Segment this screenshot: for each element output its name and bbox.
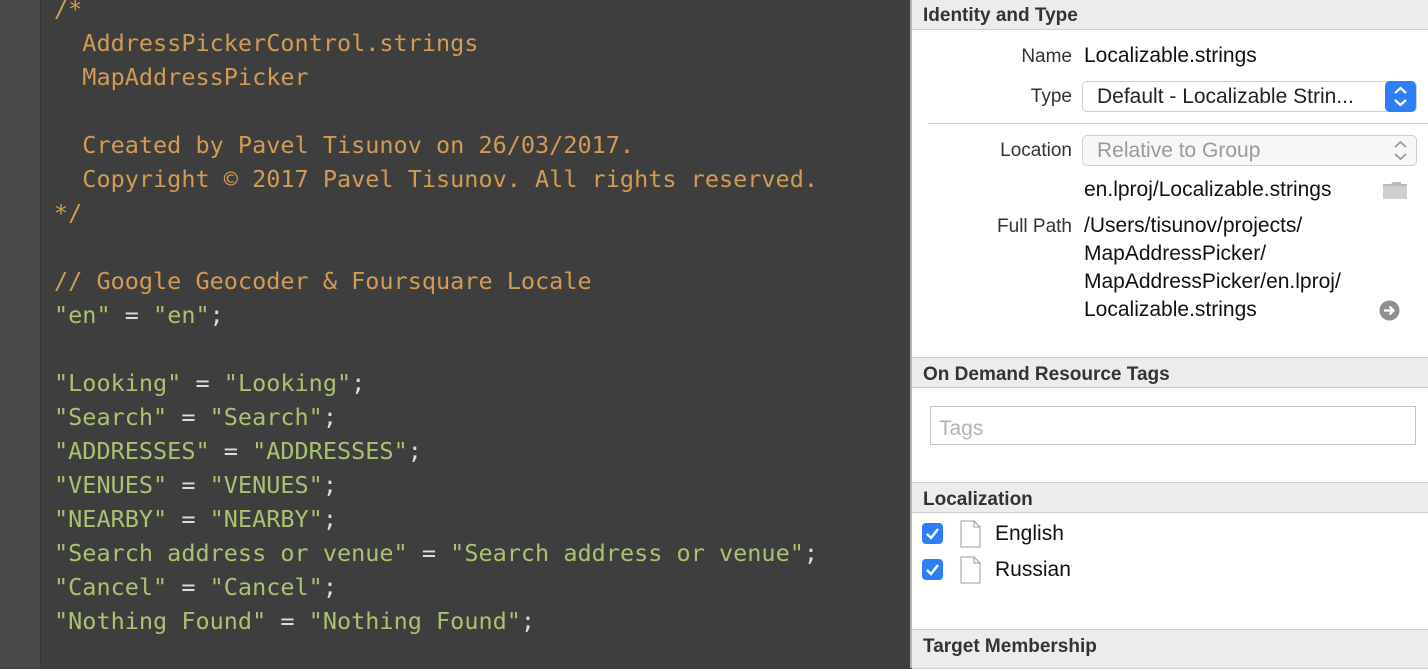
string-value: "en" [153, 301, 210, 329]
semicolon: ; [322, 471, 337, 499]
semicolon: ; [322, 403, 337, 431]
location-select: Relative to Group [1082, 135, 1417, 166]
equals-sign: = [266, 607, 309, 635]
comment-text: */ [54, 199, 83, 227]
code-line: "Nothing Found" = "Nothing Found"; [54, 604, 818, 638]
string-value: "NEARBY" [209, 505, 323, 533]
on-demand-resource-tags-header: On Demand Resource Tags [912, 357, 1428, 388]
code-line: */ [54, 196, 818, 230]
full-path-line: /Users/tisunov/projects/ [1084, 214, 1303, 237]
equals-sign: = [167, 403, 210, 431]
type-select[interactable]: Default - Localizable Strin... [1082, 81, 1417, 112]
identity-and-type-header: Identity and Type [912, 0, 1428, 30]
semicolon: ; [803, 539, 819, 567]
code-line: // Google Geocoder & Foursquare Locale [54, 264, 818, 298]
comment-text: AddressPickerControl.strings [54, 29, 479, 57]
code-line: MapAddressPicker [54, 60, 818, 94]
code-line: "VENUES" = "VENUES"; [54, 468, 818, 502]
checkbox-english[interactable] [922, 523, 943, 544]
string-key: "Nothing Found" [54, 607, 267, 635]
code-line: "en" = "en"; [54, 298, 818, 332]
equals-sign: = [181, 369, 224, 397]
semicolon: ; [407, 437, 422, 465]
location-stepper-icon [1385, 135, 1416, 166]
equals-sign: = [110, 301, 154, 329]
equals-sign: = [407, 539, 451, 567]
string-key: "Cancel" [54, 573, 168, 601]
semicolon: ; [209, 301, 224, 329]
full-path-line: MapAddressPicker/en.lproj/ [1084, 270, 1341, 293]
code-editor[interactable]: /* AddressPickerControl.strings MapAddre… [0, 0, 910, 668]
code-line: "Cancel" = "Cancel"; [54, 570, 818, 604]
document-icon [960, 556, 981, 584]
type-label: Type [1030, 86, 1072, 107]
name-value[interactable]: Localizable.strings [1084, 44, 1257, 68]
code-line: /* [54, 0, 818, 26]
checkbox-russian[interactable] [922, 559, 943, 580]
identity-divider [928, 123, 1428, 124]
code-line: Copyright © 2017 Pavel Tisunov. All righ… [54, 162, 818, 196]
equals-sign: = [167, 573, 210, 601]
localization-header: Localization [912, 482, 1428, 513]
string-value: "VENUES" [209, 471, 323, 499]
string-value: "Looking" [223, 369, 352, 397]
string-value: "Nothing Found" [308, 607, 521, 635]
code-line: "ADDRESSES" = "ADDRESSES"; [54, 434, 818, 468]
location-label: Location [1000, 140, 1072, 161]
code-line: AddressPickerControl.strings [54, 26, 818, 60]
checkmark-icon [926, 528, 939, 540]
full-path-value: /Users/tisunov/projects/ MapAddressPicke… [1084, 212, 1341, 324]
line-number-gutter [0, 0, 41, 668]
comment-text: Created by Pavel Tisunov on 26/03/2017. [54, 131, 635, 159]
equals-sign: = [167, 505, 210, 533]
semicolon: ; [322, 573, 337, 601]
string-value: "Search" [209, 403, 323, 431]
full-path-line: Localizable.strings [1084, 298, 1257, 321]
equals-sign: = [167, 471, 210, 499]
full-path-label: Full Path [997, 216, 1072, 237]
semicolon: ; [322, 505, 337, 533]
code-line: "NEARBY" = "NEARBY"; [54, 502, 818, 536]
tags-input[interactable] [930, 406, 1416, 445]
name-label: Name [1021, 46, 1072, 67]
full-path-line: MapAddressPicker/ [1084, 242, 1267, 265]
string-value: "Search address or venue" [450, 539, 804, 567]
type-select-value: Default - Localizable Strin... [1097, 85, 1354, 108]
location-select-value: Relative to Group [1097, 139, 1261, 162]
folder-icon[interactable] [1382, 180, 1408, 205]
code-line: "Search address or venue" = "Search addr… [54, 536, 818, 570]
reveal-in-finder-arrow-icon[interactable] [1379, 300, 1400, 326]
document-icon [960, 520, 981, 548]
file-inspector: Identity and Type Name Localizable.strin… [910, 0, 1428, 669]
comment-text: Copyright © 2017 Pavel Tisunov. All righ… [54, 165, 819, 193]
relative-path-value: en.lproj/Localizable.strings [1084, 178, 1332, 201]
string-key: "en" [54, 301, 111, 329]
code-line: "Looking" = "Looking"; [54, 366, 818, 400]
target-membership-header: Target Membership [912, 629, 1428, 669]
string-key: "Search" [54, 403, 168, 431]
comment-text: /* [54, 0, 83, 23]
code-text[interactable]: /* AddressPickerControl.strings MapAddre… [54, 0, 818, 638]
equals-sign: = [209, 437, 253, 465]
string-key: "ADDRESSES" [54, 437, 210, 465]
string-key: "NEARBY" [54, 505, 168, 533]
comment-text: // Google Geocoder & Foursquare Locale [54, 267, 592, 295]
code-line: Created by Pavel Tisunov on 26/03/2017. [54, 128, 818, 162]
string-value: "ADDRESSES" [252, 437, 408, 465]
string-key: "VENUES" [54, 471, 168, 499]
comment-text: MapAddressPicker [54, 63, 309, 91]
language-name-russian: Russian [995, 558, 1071, 581]
language-name-english: English [995, 522, 1064, 545]
string-key: "Looking" [54, 369, 182, 397]
string-key: "Search address or venue" [54, 539, 408, 567]
semicolon: ; [351, 369, 366, 397]
code-line: "Search" = "Search"; [54, 400, 818, 434]
semicolon: ; [520, 607, 536, 635]
string-value: "Cancel" [209, 573, 323, 601]
checkmark-icon [926, 564, 939, 576]
type-stepper-icon[interactable] [1385, 81, 1416, 112]
